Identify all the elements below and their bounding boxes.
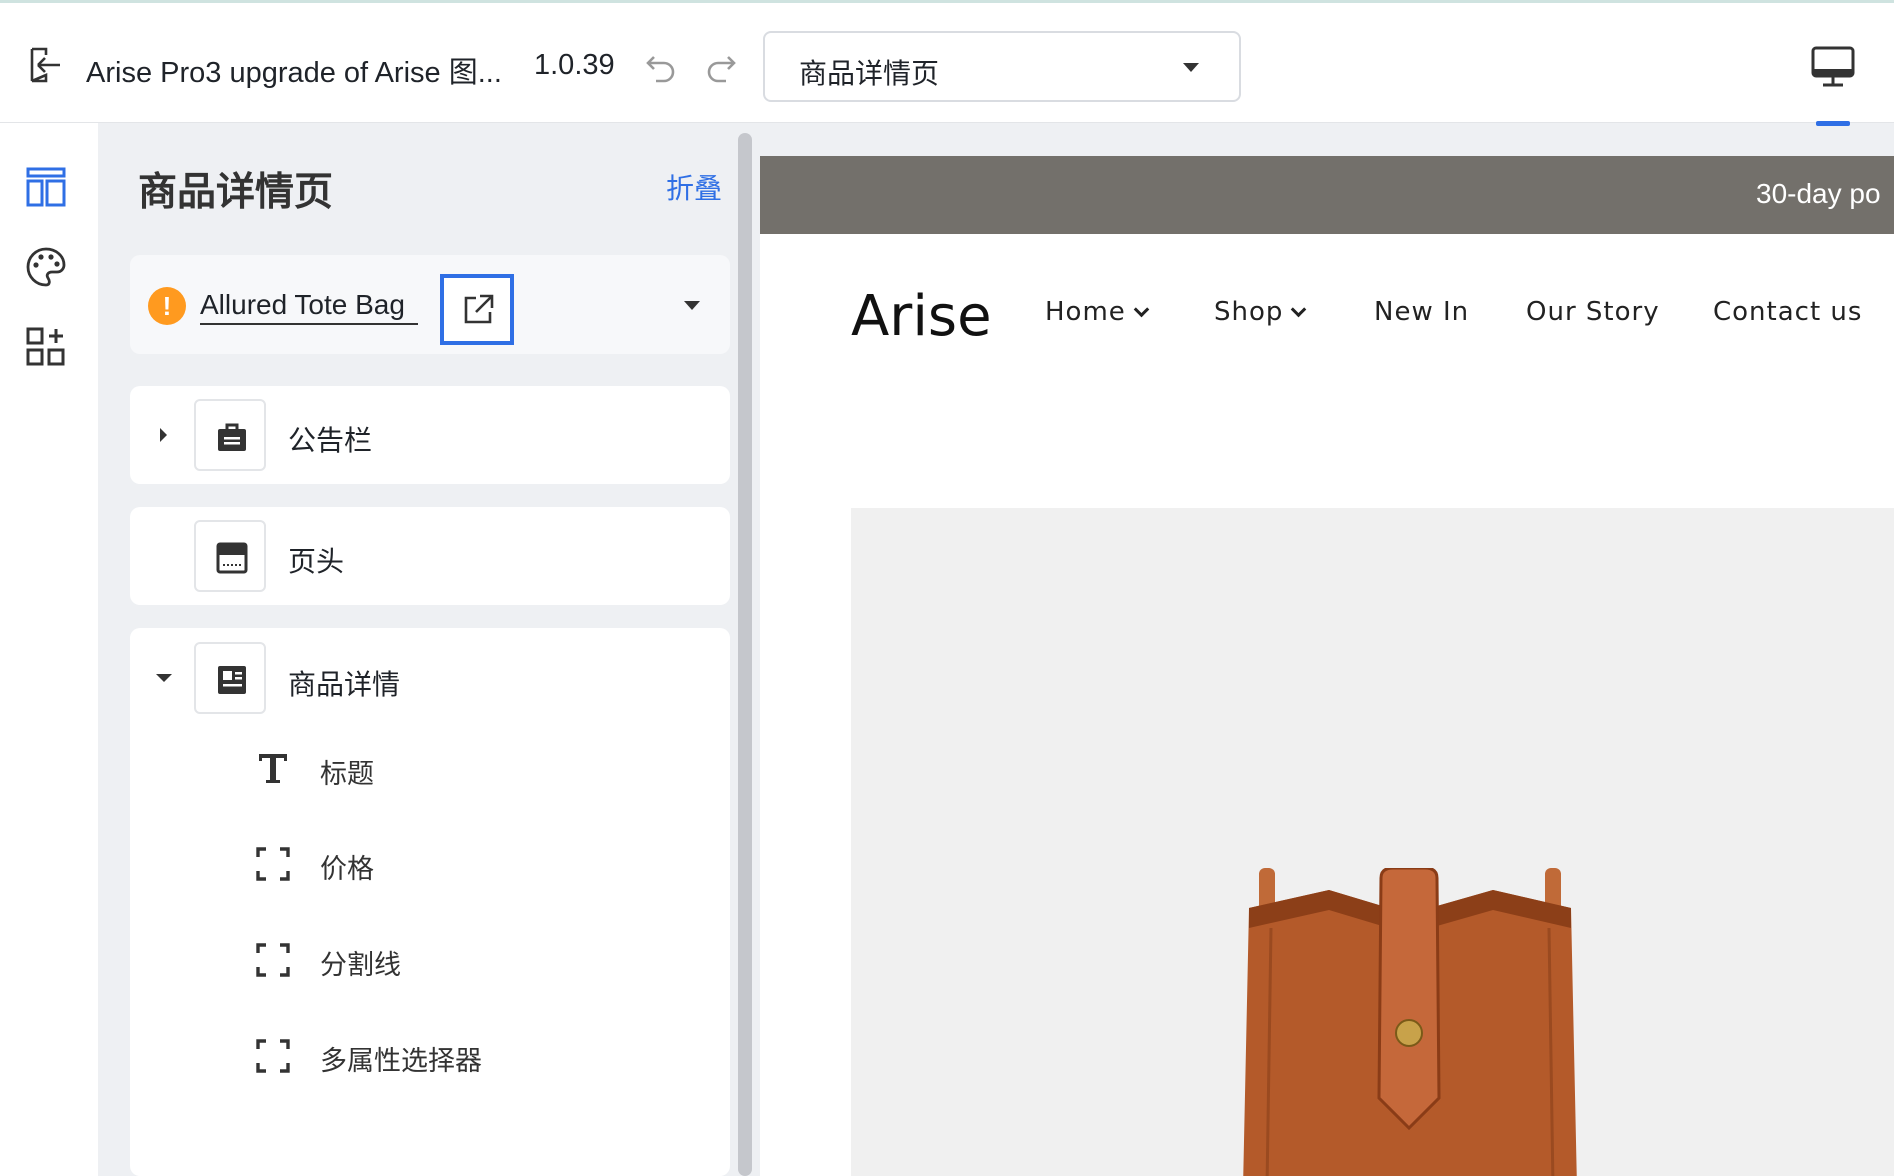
section-label: 商品详情 — [288, 669, 401, 700]
nav-label: Contact us — [1713, 297, 1863, 327]
section-announcement-bar[interactable]: 公告栏 — [130, 386, 730, 484]
announcement-text: 30-day po — [1756, 178, 1881, 209]
section-header[interactable]: 页头 — [130, 507, 730, 605]
section-product-detail[interactable]: 商品详情 标题 价格 分割线 多属性选择器 — [130, 628, 730, 1176]
section-icon-box — [194, 399, 266, 471]
product-detail-icon — [218, 666, 246, 694]
product-image — [1243, 868, 1577, 1176]
collapse-arrow-icon[interactable] — [156, 674, 172, 682]
nav-label: Shop — [1214, 297, 1284, 327]
caret-down-icon — [1183, 63, 1199, 72]
nav-shop[interactable]: Shop — [1214, 297, 1307, 327]
chevron-down-icon — [1291, 301, 1307, 318]
layout-icon[interactable] — [24, 165, 68, 209]
external-link-icon — [464, 294, 494, 324]
page-select-value: 商品详情页 — [799, 58, 940, 89]
nav-label: Home — [1045, 297, 1126, 327]
collapse-button[interactable]: 折叠 — [666, 167, 722, 207]
scrollbar[interactable] — [738, 133, 752, 1176]
open-external-button[interactable] — [440, 274, 514, 345]
product-selector[interactable]: ! Allured Tote Bag — [130, 255, 730, 354]
bag-icon — [218, 423, 246, 451]
panel-resizer[interactable] — [732, 123, 760, 1176]
product-name[interactable]: Allured Tote Bag — [200, 289, 418, 325]
panel-title: 商品详情页 — [138, 171, 334, 214]
top-bar: Arise Pro3 upgrade of Arise 图... 1.0.39 … — [0, 0, 1894, 126]
block-label: 标题 — [320, 759, 374, 789]
product-image-area[interactable] — [851, 508, 1894, 1176]
active-view-indicator — [1816, 121, 1850, 126]
section-label: 公告栏 — [288, 425, 373, 456]
block-icon — [256, 847, 290, 881]
caret-down-icon[interactable] — [684, 301, 700, 310]
header-icon — [216, 542, 248, 574]
palette-icon[interactable] — [24, 245, 68, 289]
icon-rail — [0, 123, 98, 1176]
block-label: 价格 — [320, 854, 374, 884]
nav-label: Our Story — [1526, 297, 1660, 327]
page-select[interactable]: 商品详情页 — [763, 31, 1241, 102]
section-icon-box — [194, 520, 266, 592]
section-icon-box — [194, 642, 266, 714]
text-icon — [259, 754, 287, 783]
store-logo[interactable]: Arise — [851, 284, 992, 349]
redo-icon[interactable] — [704, 49, 738, 83]
add-component-icon[interactable] — [24, 325, 68, 369]
expand-arrow-icon[interactable] — [160, 428, 167, 442]
nav-contact-us[interactable]: Contact us — [1713, 297, 1862, 327]
nav-our-story[interactable]: Our Story — [1526, 297, 1660, 327]
undo-icon[interactable] — [644, 49, 678, 83]
announcement-bar[interactable]: 30-day po — [760, 156, 1894, 234]
block-icon — [256, 943, 290, 977]
block-label: 分割线 — [320, 950, 401, 980]
section-label: 页头 — [288, 546, 345, 577]
sections-panel: 商品详情页 折叠 ! Allured Tote Bag 公告栏 页头 商品详情 … — [98, 123, 732, 1176]
nav-home[interactable]: Home — [1045, 297, 1150, 327]
theme-title: Arise Pro3 upgrade of Arise 图... — [86, 57, 502, 89]
nav-label: New In — [1374, 297, 1470, 327]
block-label: 多属性选择器 — [320, 1046, 482, 1076]
desktop-icon[interactable] — [1810, 45, 1856, 89]
store-preview: 30-day po Arise Home Shop New In Our Sto… — [760, 156, 1894, 1176]
warning-icon: ! — [148, 287, 186, 325]
chevron-down-icon — [1133, 301, 1150, 318]
theme-version: 1.0.39 — [534, 49, 615, 81]
block-icon — [256, 1039, 290, 1073]
exit-icon[interactable] — [26, 45, 66, 85]
nav-new-in[interactable]: New In — [1374, 297, 1469, 327]
